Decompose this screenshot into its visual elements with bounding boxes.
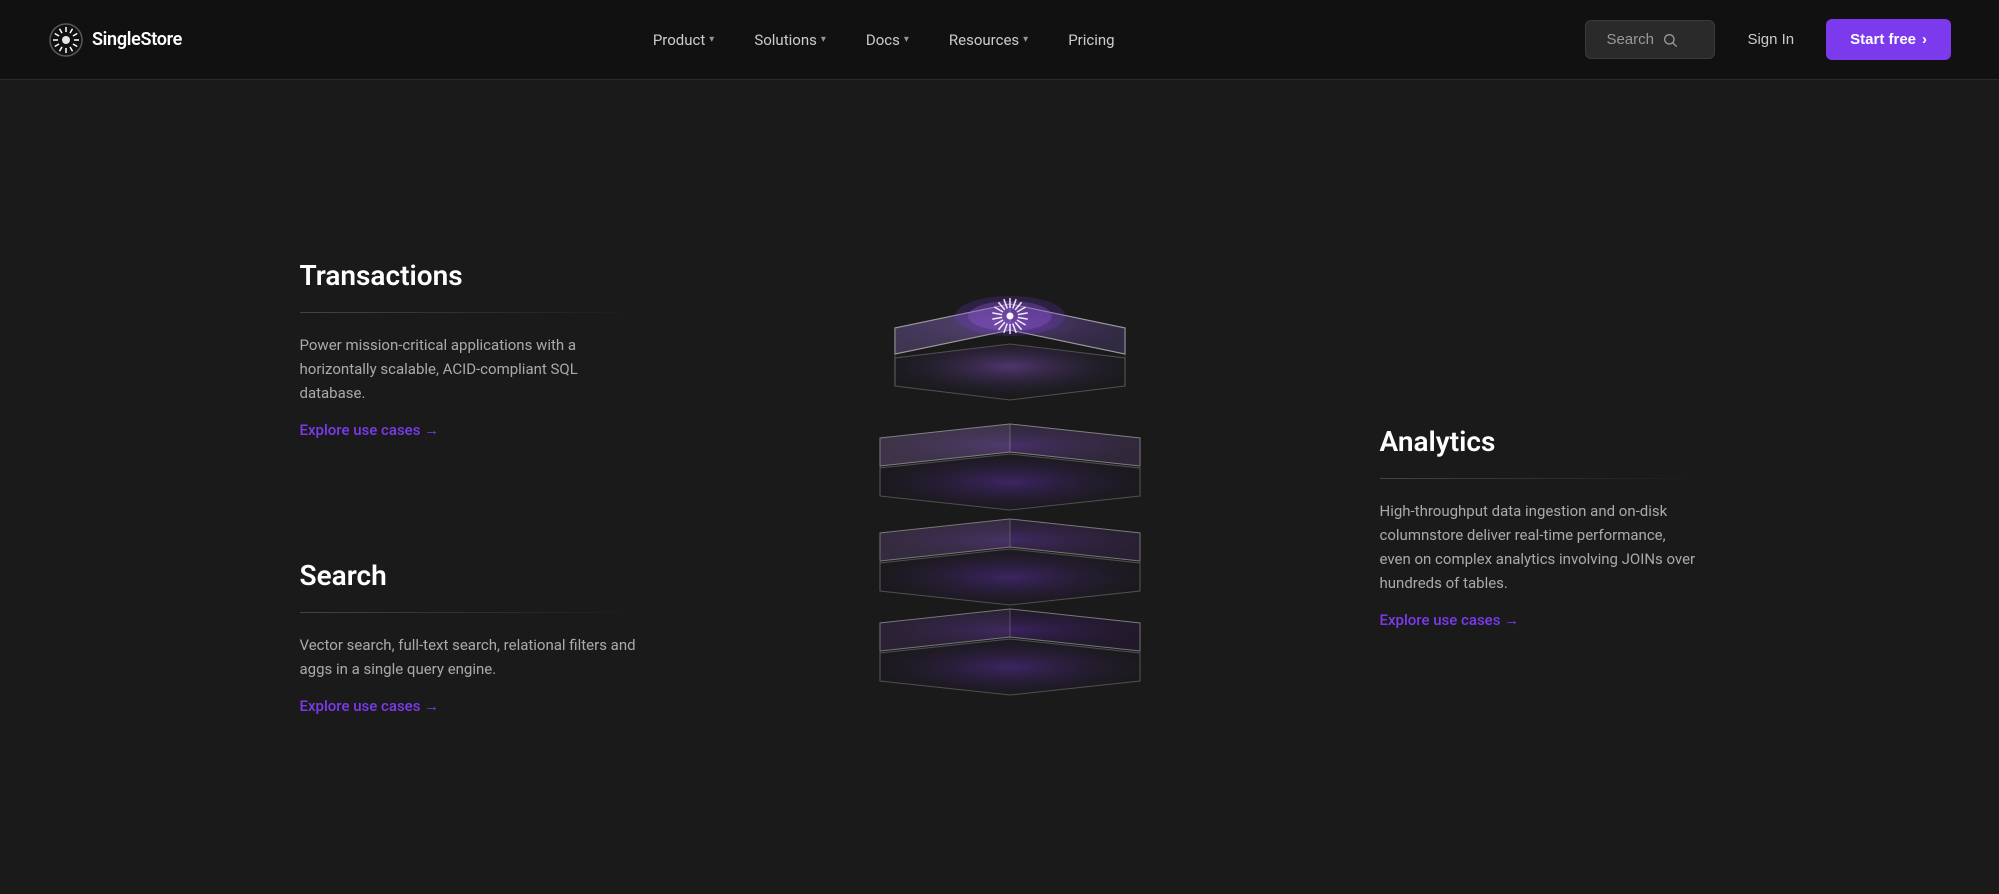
analytics-block: Analytics High-throughput data ingestion… bbox=[1380, 425, 1700, 629]
resources-chevron-icon: ▾ bbox=[1023, 34, 1028, 45]
nav-item-product[interactable]: Product ▾ bbox=[637, 23, 730, 57]
search-divider bbox=[300, 612, 640, 613]
search-desc: Vector search, full-text search, relatio… bbox=[300, 633, 640, 681]
start-free-label: Start free bbox=[1850, 31, 1916, 48]
center-diagram bbox=[640, 227, 1380, 747]
search-icon bbox=[1662, 32, 1678, 48]
nav-links: Product ▾ Solutions ▾ Docs ▾ Resources ▾… bbox=[637, 23, 1131, 57]
nav-item-solutions[interactable]: Solutions ▾ bbox=[738, 23, 842, 57]
left-column: Transactions Power mission-critical appl… bbox=[300, 259, 640, 715]
signin-button[interactable]: Sign In bbox=[1727, 21, 1814, 58]
logo-text: SingleStore bbox=[92, 29, 182, 50]
nav-item-pricing[interactable]: Pricing bbox=[1052, 23, 1130, 57]
start-free-button[interactable]: Start free › bbox=[1826, 19, 1951, 60]
right-column: Analytics High-throughput data ingestion… bbox=[1380, 345, 1700, 629]
transactions-block: Transactions Power mission-critical appl… bbox=[300, 259, 640, 439]
solutions-chevron-icon: ▾ bbox=[821, 34, 826, 45]
search-explore-link[interactable]: Explore use cases → bbox=[300, 697, 640, 715]
docs-chevron-icon: ▾ bbox=[904, 34, 909, 45]
analytics-title: Analytics bbox=[1380, 425, 1700, 458]
transactions-desc: Power mission-critical applications with… bbox=[300, 333, 640, 405]
main-content: Transactions Power mission-critical appl… bbox=[0, 80, 1999, 894]
search-button[interactable]: Search bbox=[1585, 20, 1715, 59]
analytics-explore-link[interactable]: Explore use cases → bbox=[1380, 611, 1700, 629]
transactions-divider bbox=[300, 312, 640, 313]
nav-item-resources[interactable]: Resources ▾ bbox=[933, 23, 1044, 57]
arrow-right-icon: › bbox=[1922, 31, 1927, 48]
nav-right: Search Sign In Start free › bbox=[1585, 19, 1951, 60]
transactions-title: Transactions bbox=[300, 259, 640, 292]
search-title: Search bbox=[300, 559, 640, 592]
product-chevron-icon: ▾ bbox=[709, 34, 714, 45]
nav-item-docs[interactable]: Docs ▾ bbox=[850, 23, 925, 57]
search-label: Search bbox=[1606, 31, 1654, 48]
hexagonal-stack-diagram bbox=[790, 227, 1230, 747]
search-block: Search Vector search, full-text search, … bbox=[300, 559, 640, 715]
logo-icon bbox=[48, 22, 84, 58]
content-wrapper: Transactions Power mission-critical appl… bbox=[300, 227, 1700, 747]
analytics-divider bbox=[1380, 478, 1700, 479]
analytics-desc: High-throughput data ingestion and on-di… bbox=[1380, 499, 1700, 595]
navbar: SingleStore Product ▾ Solutions ▾ Docs ▾… bbox=[0, 0, 1999, 80]
transactions-explore-link[interactable]: Explore use cases → bbox=[300, 421, 640, 439]
logo[interactable]: SingleStore bbox=[48, 22, 182, 58]
